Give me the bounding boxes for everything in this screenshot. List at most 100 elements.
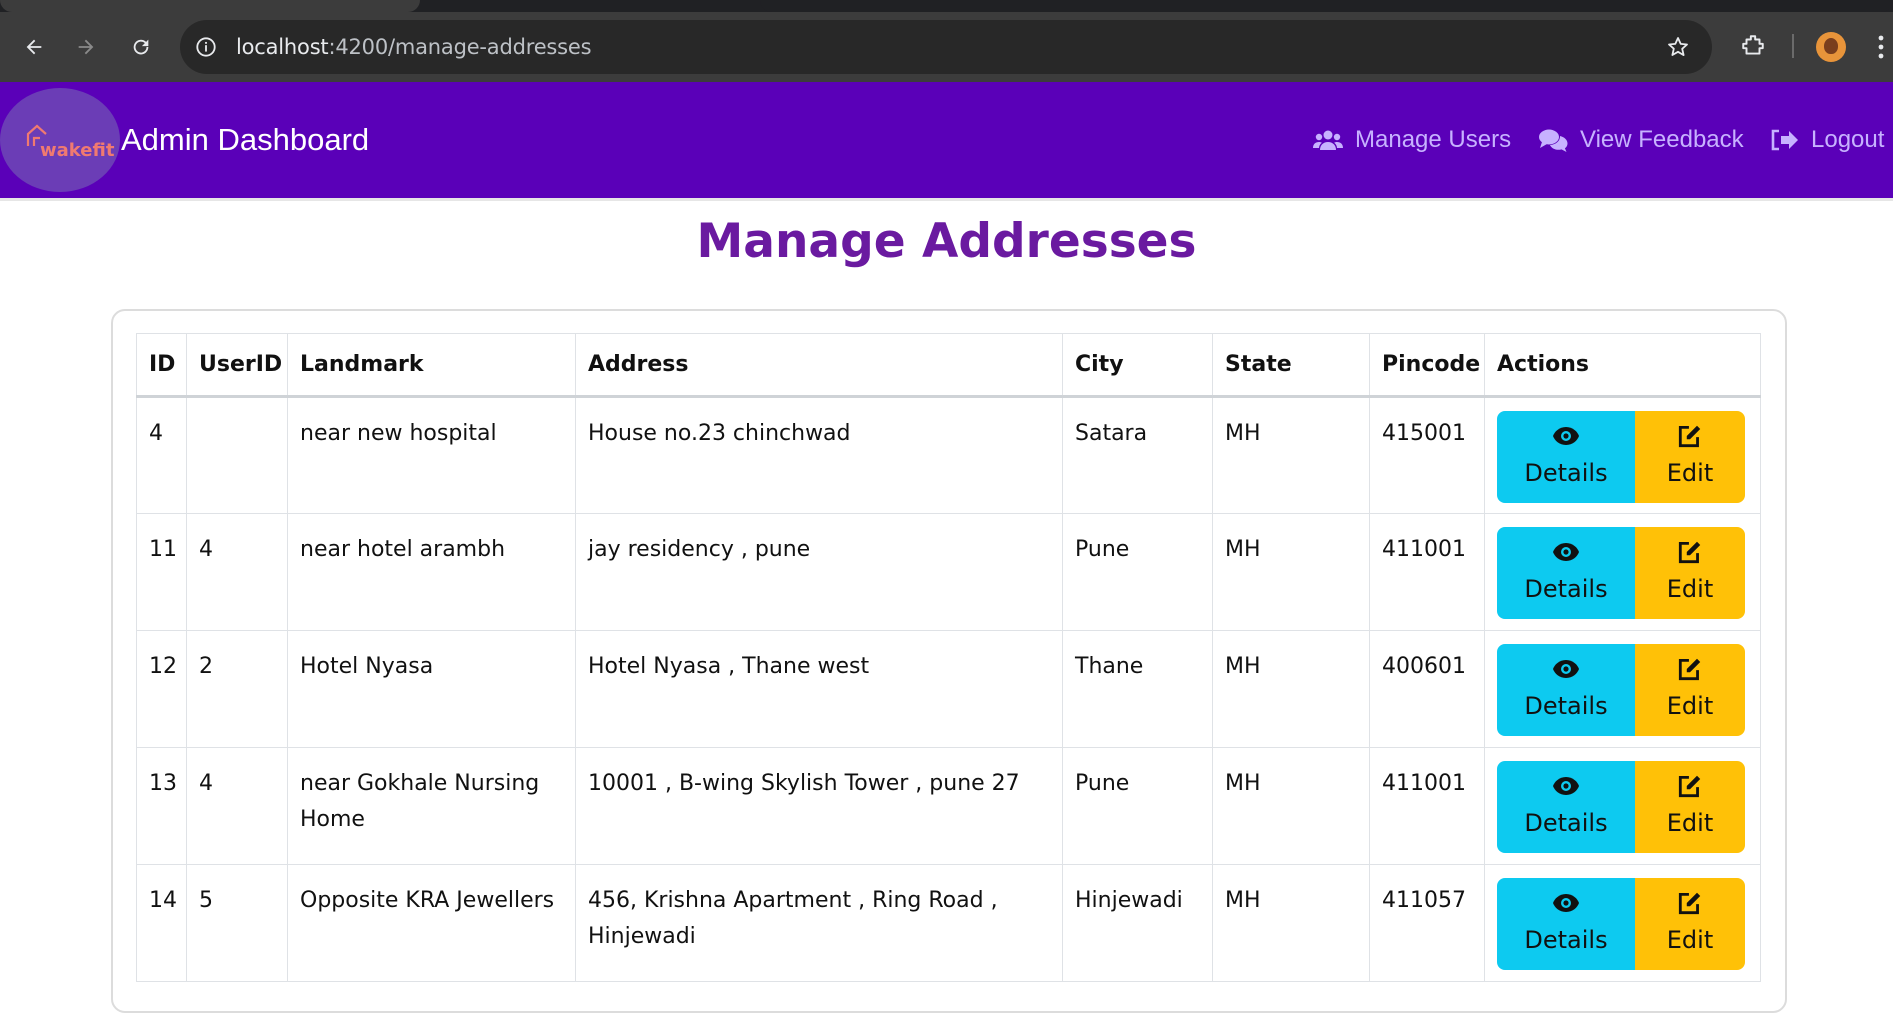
details-label: Details	[1524, 459, 1608, 487]
edit-icon	[1678, 892, 1701, 915]
action-button-group: Details Edit	[1497, 878, 1748, 970]
edit-label: Edit	[1666, 926, 1714, 954]
cell-city: Hinjewadi	[1062, 864, 1213, 982]
url-text: localhost:4200/manage-addresses	[236, 35, 592, 59]
details-button[interactable]: Details	[1497, 411, 1635, 503]
action-button-group: Details Edit	[1497, 527, 1748, 619]
cell-state: MH	[1212, 396, 1370, 514]
addresses-table: ID UserID Landmark Address City State Pi…	[136, 333, 1761, 982]
nav-manage-users-label: Manage Users	[1355, 126, 1512, 153]
cell-userid: 4	[186, 513, 288, 631]
details-button[interactable]: Details	[1497, 878, 1635, 970]
cell-userid: 2	[186, 630, 288, 748]
cell-userid: 5	[186, 864, 288, 982]
arrow-left-icon	[26, 39, 42, 55]
browser-tab[interactable]	[0, 0, 420, 12]
cell-actions: Details Edit	[1484, 513, 1761, 631]
cell-landmark: Opposite KRA Jewellers	[287, 864, 576, 982]
cell-pincode: 411001	[1369, 513, 1485, 631]
header-landmark: Landmark	[287, 333, 576, 398]
table-row: 12 2 Hotel Nyasa Hotel Nyasa , Thane wes…	[136, 630, 1761, 748]
eye-icon	[1553, 427, 1579, 445]
cell-actions: Details Edit	[1484, 747, 1761, 865]
arrow-right-icon	[78, 39, 94, 55]
table-row: 11 4 near hotel arambh jay residency , p…	[136, 513, 1761, 631]
nav-logout[interactable]: Logout	[1769, 82, 1884, 198]
comments-icon	[1539, 129, 1568, 152]
edit-icon	[1678, 658, 1701, 681]
cell-id: 14	[136, 864, 187, 982]
profile-avatar[interactable]	[1816, 32, 1846, 62]
back-button[interactable]	[22, 35, 46, 59]
cell-pincode: 411001	[1369, 747, 1485, 865]
details-button[interactable]: Details	[1497, 761, 1635, 853]
cell-address: jay residency , pune	[575, 513, 1063, 631]
edit-button[interactable]: Edit	[1635, 527, 1745, 619]
cell-actions: Details Edit	[1484, 630, 1761, 748]
bookmark-star-icon[interactable]	[1666, 35, 1690, 59]
cell-city: Pune	[1062, 747, 1213, 865]
cell-address: 10001 , B-wing Skylish Tower , pune 27	[575, 747, 1063, 865]
reload-button[interactable]	[129, 35, 153, 59]
forward-button[interactable]	[74, 35, 98, 59]
cell-id: 4	[136, 396, 187, 514]
cell-userid: 4	[186, 747, 288, 865]
details-label: Details	[1524, 575, 1608, 603]
nav-manage-users[interactable]: Manage Users	[1313, 82, 1511, 198]
details-button[interactable]: Details	[1497, 644, 1635, 736]
table-row: 14 5 Opposite KRA Jewellers 456, Krishna…	[136, 864, 1761, 982]
edit-icon	[1678, 775, 1701, 798]
action-button-group: Details Edit	[1497, 411, 1748, 503]
avatar-face	[1824, 38, 1838, 54]
more-menu-icon[interactable]	[1876, 34, 1886, 60]
browser-toolbar: localhost:4200/manage-addresses	[0, 12, 1893, 82]
cell-city: Satara	[1062, 396, 1213, 514]
cell-pincode: 411057	[1369, 864, 1485, 982]
cell-state: MH	[1212, 513, 1370, 631]
edit-button[interactable]: Edit	[1635, 644, 1745, 736]
cell-city: Thane	[1062, 630, 1213, 748]
cell-landmark: near hotel arambh	[287, 513, 576, 631]
edit-button[interactable]: Edit	[1635, 878, 1745, 970]
details-button[interactable]: Details	[1497, 527, 1635, 619]
edit-button[interactable]: Edit	[1635, 411, 1745, 503]
cell-state: MH	[1212, 747, 1370, 865]
header-actions: Actions	[1484, 333, 1761, 398]
cell-address: 456, Krishna Apartment , Ring Road , Hin…	[575, 864, 1063, 982]
brand-logo[interactable]: wakefit	[0, 88, 120, 192]
nav-view-feedback[interactable]: View Feedback	[1538, 82, 1744, 198]
table-header-row: ID UserID Landmark Address City State Pi…	[136, 333, 1761, 398]
cell-id: 12	[136, 630, 187, 748]
edit-label: Edit	[1666, 459, 1714, 487]
header-state: State	[1212, 333, 1370, 398]
action-button-group: Details Edit	[1497, 644, 1748, 736]
cell-landmark: Hotel Nyasa	[287, 630, 576, 748]
table-row: 13 4 near Gokhale Nursing Home 10001 , B…	[136, 747, 1761, 865]
edit-label: Edit	[1666, 692, 1714, 720]
site-info-icon[interactable]	[195, 36, 217, 58]
cell-id: 13	[136, 747, 187, 865]
logout-icon	[1771, 129, 1798, 151]
cell-userid	[186, 396, 288, 514]
cell-actions: Details Edit	[1484, 864, 1761, 982]
details-label: Details	[1524, 809, 1608, 837]
extensions-icon[interactable]	[1740, 33, 1766, 59]
header-city: City	[1062, 333, 1213, 398]
app-navbar: wakefit Admin Dashboard Manage Users Vie…	[0, 82, 1893, 198]
edit-button[interactable]: Edit	[1635, 761, 1745, 853]
reload-icon	[133, 39, 149, 55]
address-bar[interactable]: localhost:4200/manage-addresses	[180, 20, 1712, 74]
cell-state: MH	[1212, 864, 1370, 982]
cell-address: House no.23 chinchwad	[575, 396, 1063, 514]
dashboard-title[interactable]: Admin Dashboard	[121, 82, 369, 198]
nav-logout-label: Logout	[1811, 126, 1885, 153]
browser-tab-strip-space	[760, 0, 1893, 12]
nav-view-feedback-label: View Feedback	[1580, 126, 1744, 153]
cell-pincode: 400601	[1369, 630, 1485, 748]
header-userid: UserID	[186, 333, 288, 398]
cell-state: MH	[1212, 630, 1370, 748]
header-id: ID	[136, 333, 187, 398]
logo-text: wakefit	[40, 140, 115, 161]
header-address: Address	[575, 333, 1063, 398]
cell-id: 11	[136, 513, 187, 631]
